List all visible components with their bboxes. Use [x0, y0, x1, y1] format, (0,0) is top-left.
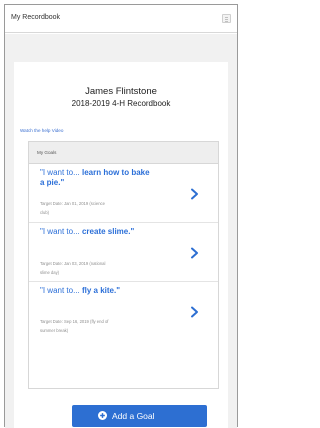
- add-goal-label: Add a Goal: [112, 411, 155, 421]
- goal-target-date: Target Date: Jan 03, 2019 (national: [40, 261, 106, 266]
- app-title: My Recordbook: [11, 14, 61, 21]
- goal-title: create slime.": [81, 227, 135, 236]
- goal-prefix: "I want to...: [40, 227, 80, 236]
- goal-statement: "I want to... learn how to bake a pie.": [40, 168, 154, 188]
- member-name: James Flintstone: [85, 86, 157, 97]
- app-window: My Recordbook James Flintstone 2018-2019…: [4, 4, 238, 428]
- goal-prefix: "I want to...: [40, 168, 80, 177]
- goals-panel: My Goals "I want to... learn how to bake…: [28, 141, 219, 389]
- goal-target-note: slime day): [40, 270, 60, 275]
- page-content: James Flintstone 2018-2019 4-H Recordboo…: [5, 34, 237, 428]
- top-bar: My Recordbook: [5, 5, 237, 33]
- chevron-right-icon[interactable]: [190, 247, 199, 259]
- goal-item[interactable]: "I want to... fly a kite." Target Date: …: [29, 282, 218, 341]
- chevron-right-icon[interactable]: [190, 306, 199, 318]
- goal-statement: "I want to... fly a kite.": [40, 286, 154, 296]
- recordbook-title: 2018-2019 4-H Recordbook: [71, 99, 171, 108]
- help-video-link[interactable]: Watch the help Video: [20, 128, 63, 133]
- chevron-right-icon[interactable]: [190, 188, 199, 200]
- goal-target-note: summer break): [40, 328, 69, 333]
- add-goal-button[interactable]: Add a Goal: [72, 405, 207, 427]
- hamburger-menu-icon[interactable]: [222, 14, 231, 23]
- goal-target-date: Target Date: Jan 01, 2019 (science: [40, 201, 105, 206]
- goal-target-date: Target Date: Sep 16, 2019 (fly end of: [40, 319, 109, 324]
- goal-item[interactable]: "I want to... learn how to bake a pie." …: [29, 164, 218, 223]
- goal-item[interactable]: "I want to... create slime." Target Date…: [29, 223, 218, 282]
- goal-prefix: "I want to...: [40, 286, 80, 295]
- goals-header: My Goals: [29, 142, 218, 164]
- plus-circle-icon: [98, 411, 107, 420]
- goal-target-note: club): [40, 210, 50, 215]
- goal-statement: "I want to... create slime.": [40, 227, 154, 237]
- recordbook-card: James Flintstone 2018-2019 4-H Recordboo…: [14, 62, 228, 428]
- goal-title: fly a kite.": [81, 286, 121, 295]
